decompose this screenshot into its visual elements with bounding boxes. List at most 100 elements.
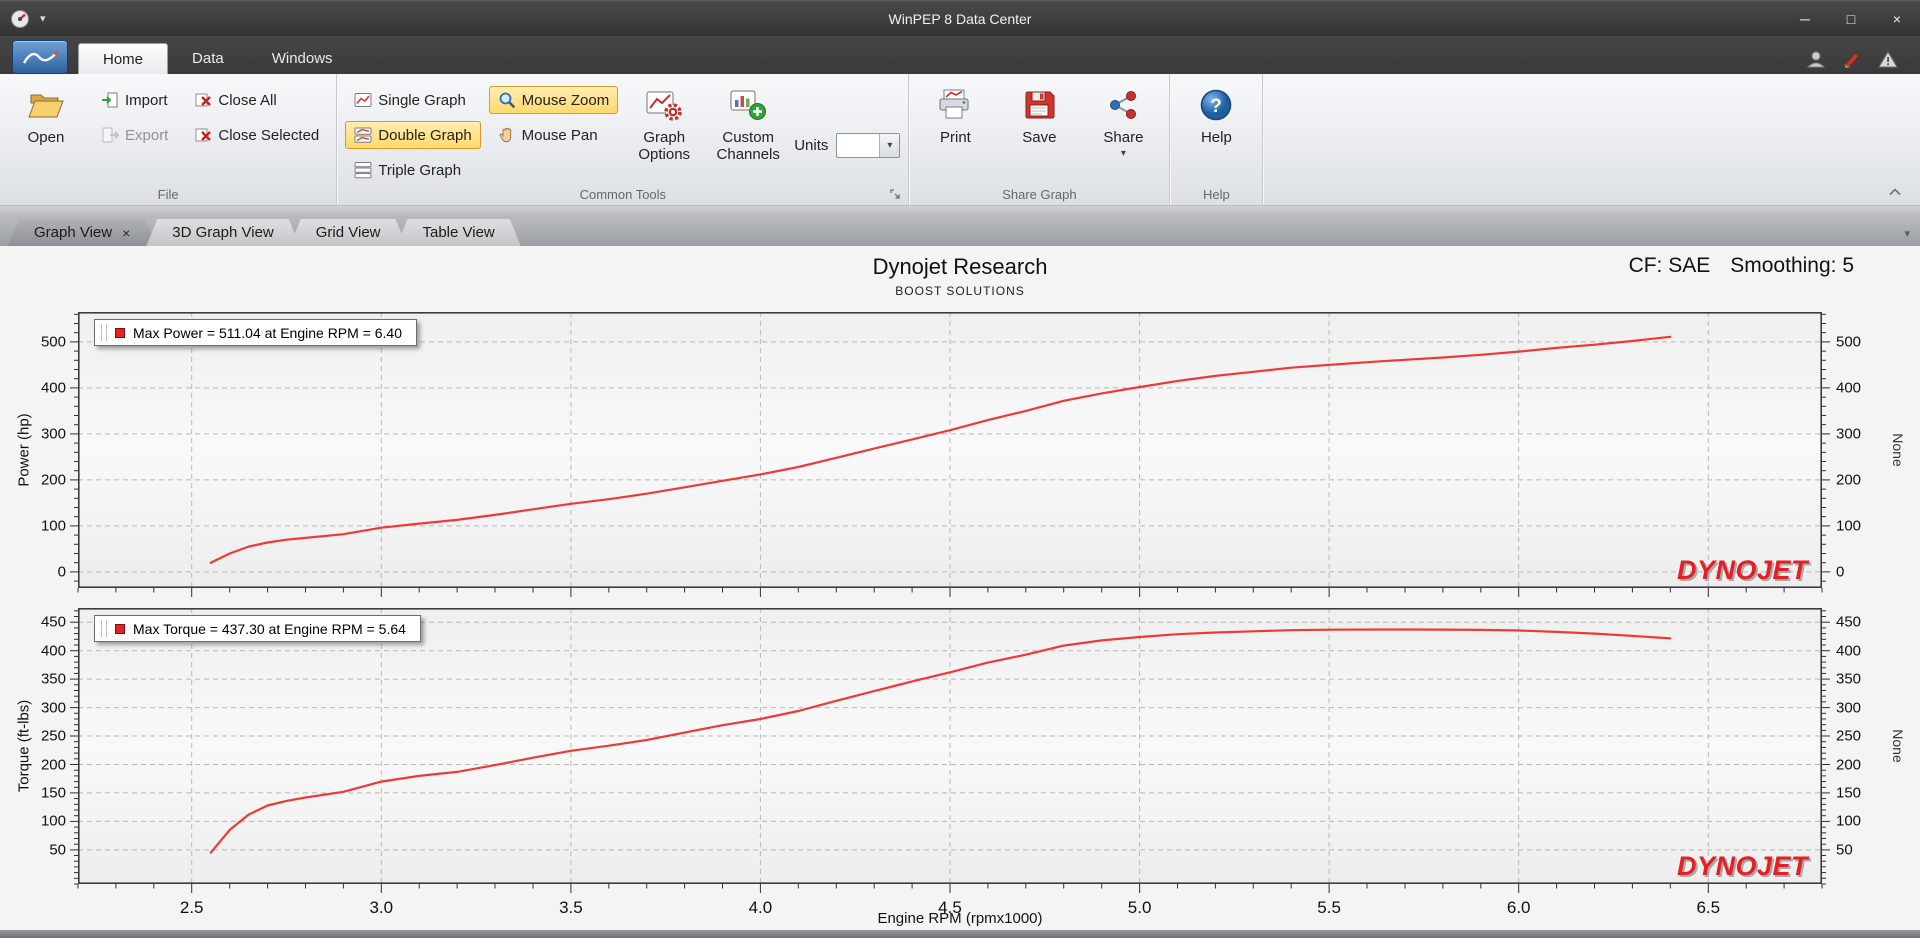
- open-folder-icon: [25, 85, 67, 125]
- tab-grid-view[interactable]: Grid View: [290, 219, 407, 246]
- y-tick-label: 450: [40, 613, 66, 631]
- close-all-icon: [195, 93, 212, 107]
- custom-channels-button[interactable]: Custom Channels: [710, 80, 786, 165]
- ribbon-shadow-strip: [0, 206, 1920, 218]
- tab-table-view-label: Table View: [422, 224, 495, 241]
- power-legend[interactable]: Max Power = 511.04 at Engine RPM = 6.40: [94, 319, 418, 346]
- close-all-button[interactable]: Close All: [185, 86, 328, 114]
- save-button-label: Save: [1022, 129, 1057, 146]
- y-tick-label: 250: [40, 727, 66, 745]
- torque-right-axis-label: None: [1890, 729, 1906, 763]
- close-button[interactable]: ×: [1874, 1, 1920, 36]
- y-tick-label-right: 300: [1836, 699, 1862, 717]
- ribbon-group-file: Open Import Export Close All Close Selec…: [0, 74, 338, 205]
- y-tick-label-right: 200: [1836, 756, 1862, 773]
- share-graph-group-label: Share Graph: [1002, 186, 1077, 202]
- qat-customize-caret[interactable]: ▾: [40, 12, 46, 25]
- graph-options-label: Graph Options: [638, 129, 691, 164]
- torque-legend[interactable]: Max Torque = 437.30 at Engine RPM = 5.64: [94, 615, 421, 642]
- units-dropdown[interactable]: ▾: [836, 132, 901, 158]
- tab-overflow-caret-icon[interactable]: ▾: [1904, 227, 1910, 240]
- y-tick-label: 100: [40, 812, 66, 830]
- y-tick-label-right: 500: [1836, 333, 1862, 351]
- units-dropdown-caret-icon[interactable]: ▾: [879, 133, 900, 157]
- ribbon-collapse-button[interactable]: [1884, 183, 1906, 201]
- graph-view-page: Dynojet Research BOOST SOLUTIONS CF: SAE…: [0, 246, 1920, 930]
- x-axis-title: Engine RPM (rpmx1000): [877, 910, 1043, 927]
- mouse-pan-button[interactable]: Mouse Pan: [489, 121, 619, 149]
- y-tick-label-right: 400: [1836, 379, 1862, 397]
- ribbon-group-share-graph: Print Save Share ▾ Share Graph: [909, 74, 1171, 205]
- import-icon: [102, 92, 118, 108]
- graph-options-button[interactable]: Graph Options: [626, 80, 702, 165]
- triple-graph-button[interactable]: Triple Graph: [345, 156, 480, 184]
- cf-label: CF: SAE: [1628, 254, 1711, 277]
- torque-axis-label: Torque (ft-lbs): [15, 699, 33, 793]
- y-tick-label-right: 350: [1836, 670, 1862, 688]
- single-graph-button[interactable]: Single Graph: [345, 86, 480, 114]
- y-tick-label-right: 200: [1836, 471, 1862, 489]
- ribbon-tab-row: Home Data Windows: [0, 36, 1920, 74]
- quick-access-toolbar: ▾: [0, 9, 46, 29]
- warning-icon[interactable]: [1878, 50, 1898, 68]
- window-title: WinPEP 8 Data Center: [888, 10, 1032, 27]
- ribbon-tab-windows[interactable]: Windows: [248, 43, 357, 74]
- help-question-icon: ?: [1195, 85, 1237, 125]
- maximize-button[interactable]: □: [1828, 1, 1874, 36]
- share-button[interactable]: Share ▾: [1085, 80, 1161, 161]
- printer-icon: [934, 85, 976, 125]
- application-menu-button[interactable]: [12, 40, 68, 74]
- smoothing-label: Smoothing: 5: [1730, 254, 1854, 277]
- y-tick-label: 300: [40, 699, 66, 717]
- torque-chart[interactable]: Max Torque = 437.30 at Engine RPM = 5.64…: [41, 608, 1861, 917]
- winpep-logo-icon: [22, 50, 59, 64]
- user-account-icon[interactable]: [1806, 50, 1826, 68]
- y-tick-label-right: 450: [1836, 613, 1862, 631]
- y-tick-label: 350: [40, 670, 66, 688]
- export-icon: [102, 127, 119, 143]
- file-group-label: File: [157, 186, 179, 202]
- minimize-button[interactable]: ─: [1782, 1, 1828, 36]
- triple-graph-label: Triple Graph: [378, 161, 462, 179]
- export-button[interactable]: Export: [92, 121, 177, 149]
- winpep-window: ▾ WinPEP 8 Data Center ─ □ × Home Data W…: [0, 0, 1920, 938]
- power-right-axis-label: None: [1890, 433, 1906, 467]
- import-button[interactable]: Import: [92, 86, 177, 114]
- single-graph-icon: [354, 93, 372, 107]
- help-button[interactable]: ? Help: [1178, 80, 1254, 147]
- open-button[interactable]: Open: [8, 80, 84, 147]
- double-graph-icon: [354, 127, 372, 143]
- y-tick-label: 50: [49, 841, 66, 859]
- ribbon-tab-home[interactable]: Home: [78, 43, 169, 74]
- style-brush-icon[interactable]: [1842, 50, 1862, 68]
- y-tick-label-right: 150: [1836, 784, 1862, 802]
- tab-table-view[interactable]: Table View: [397, 219, 521, 246]
- tab-3d-graph-view[interactable]: 3D Graph View: [146, 219, 299, 246]
- close-selected-button[interactable]: Close Selected: [185, 121, 328, 149]
- y-tick-label: 200: [40, 471, 66, 489]
- window-controls: ─ □ ×: [1782, 1, 1920, 36]
- import-button-label: Import: [125, 91, 168, 109]
- ribbon-group-common-tools: Single Graph Double Graph Triple Graph M…: [337, 74, 910, 205]
- y-tick-label-right: 100: [1836, 517, 1862, 535]
- torque-legend-text: Max Torque = 437.30 at Engine RPM = 5.64: [133, 620, 406, 637]
- open-button-label: Open: [27, 129, 65, 146]
- power-chart[interactable]: Max Power = 511.04 at Engine RPM = 6.40 …: [41, 312, 1861, 597]
- tab-grid-view-label: Grid View: [315, 224, 381, 241]
- units-control: Units ▾: [794, 132, 901, 158]
- print-button[interactable]: Print: [917, 80, 993, 147]
- double-graph-button[interactable]: Double Graph: [345, 121, 481, 149]
- share-dropdown-caret-icon[interactable]: ▾: [1121, 148, 1126, 160]
- y-tick-label: 400: [40, 379, 66, 397]
- y-tick-label-right: 0: [1836, 563, 1845, 581]
- common-tools-dialog-launcher[interactable]: [888, 187, 903, 202]
- tab-close-icon[interactable]: ×: [122, 226, 130, 240]
- ribbon-tab-data[interactable]: Data: [168, 43, 248, 74]
- mouse-pan-label: Mouse Pan: [521, 126, 598, 144]
- dialog-launcher-icon: [890, 189, 901, 199]
- print-button-label: Print: [939, 129, 971, 146]
- tab-graph-view[interactable]: Graph View ×: [8, 219, 156, 246]
- mouse-zoom-button[interactable]: Mouse Zoom: [488, 86, 619, 114]
- share-nodes-icon: [1102, 85, 1144, 125]
- save-button[interactable]: Save: [1001, 80, 1077, 147]
